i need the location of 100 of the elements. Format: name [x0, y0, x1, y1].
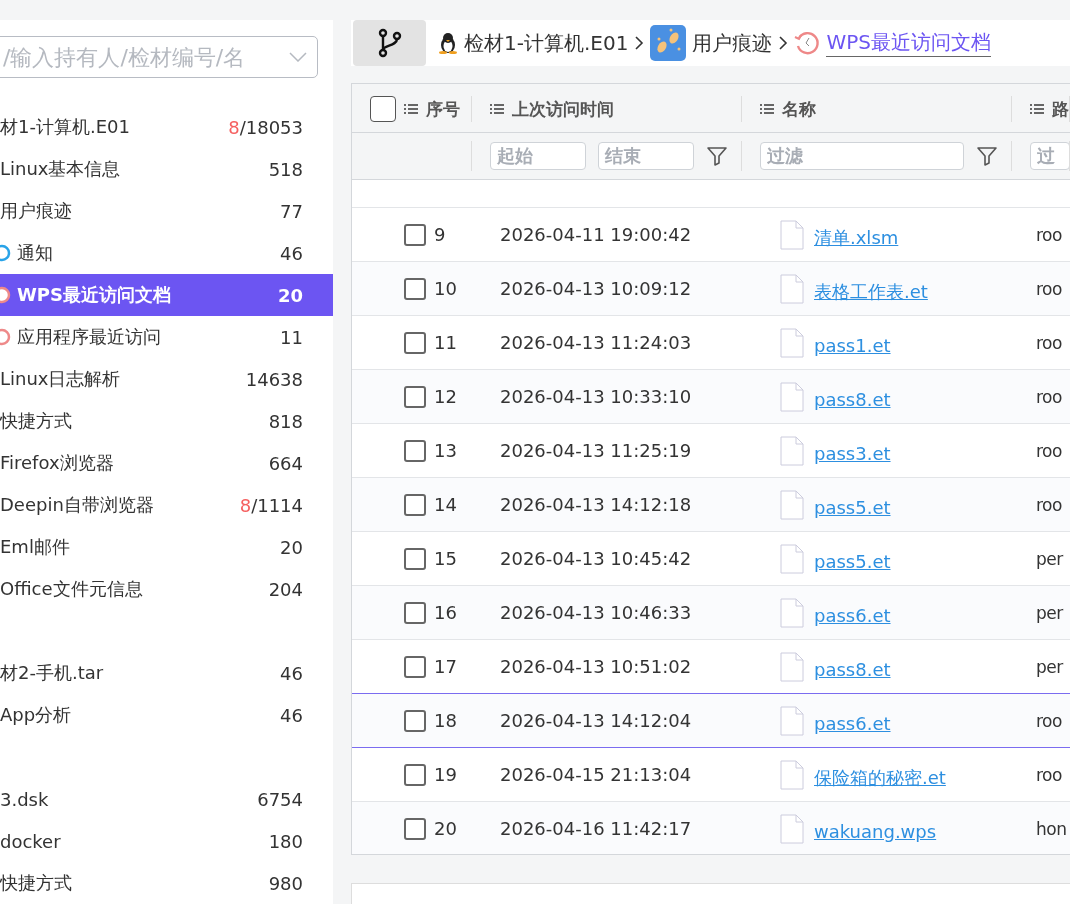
time-cell-text: 2026-04-13 14:12:18: [499, 494, 693, 515]
file-link[interactable]: pass8.et: [814, 659, 891, 680]
tree-item[interactable]: Linux基本信息 518: [0, 148, 333, 190]
select-all-checkbox[interactable]: [370, 96, 396, 122]
row-number: 19: [434, 764, 457, 785]
time-cell-text: 2026-04-16 11:42:17: [499, 818, 693, 839]
time-cell-text: 2026-04-13 11:24:03: [499, 332, 693, 353]
row-checkbox[interactable]: [404, 493, 426, 516]
chevron-right-icon: [634, 36, 645, 50]
row-number: 12: [434, 386, 457, 407]
list-icon: [1030, 103, 1044, 115]
breadcrumb-link[interactable]: WPS最近访问文档: [826, 29, 991, 57]
time-cell-text: 2026-04-13 10:33:10: [499, 386, 693, 407]
row-number: 18: [434, 710, 457, 731]
tree-item[interactable]: Firefox浏览器 664: [0, 442, 333, 484]
tree-item[interactable]: 3.dsk 6754: [0, 778, 333, 820]
table-row[interactable]: 16 2026-04-13 10:46:33 pass6.et per: [352, 586, 1070, 640]
time-cell-text: 2026-04-13 10:45:42: [499, 548, 693, 569]
row-number: 13: [434, 440, 457, 461]
tree-item[interactable]: 通知 46: [0, 232, 333, 274]
file-icon: [780, 327, 804, 358]
file-icon: [780, 489, 804, 520]
file-icon: [780, 273, 804, 304]
path-cell-text: roo: [1035, 764, 1062, 785]
column-header[interactable]: 序号: [426, 97, 460, 121]
path-cell-text: per: [1035, 602, 1063, 623]
row-checkbox[interactable]: [404, 547, 426, 570]
path-cell-text: roo: [1035, 224, 1062, 245]
file-icon: [780, 543, 804, 574]
row-checkbox[interactable]: [404, 601, 426, 624]
row-number: 16: [434, 602, 457, 623]
filter-icon[interactable]: [706, 145, 728, 167]
row-checkbox[interactable]: [404, 655, 426, 678]
row-number: 17: [434, 656, 457, 677]
file-link[interactable]: pass3.et: [814, 443, 891, 464]
tree-item[interactable]: WPS最近访问文档 20: [0, 274, 333, 316]
path-cell-text: hon: [1035, 818, 1067, 839]
branch-button[interactable]: [353, 20, 426, 66]
penguin-icon: [438, 32, 458, 54]
tree-item[interactable]: 材1-计算机.E01 8/18053: [0, 106, 333, 148]
tree-item[interactable]: 快捷方式 818: [0, 400, 333, 442]
row-number: 14: [434, 494, 457, 515]
time-cell-text: 2026-04-15 21:13:04: [499, 764, 693, 785]
branch-icon: [376, 28, 403, 58]
time-cell-text: 2026-04-11 19:00:42: [499, 224, 693, 245]
time-cell-text: 2026-04-13 10:09:12: [499, 278, 693, 299]
path-cell-text: roo: [1035, 710, 1062, 731]
tree-item[interactable]: Eml邮件 20: [0, 526, 333, 568]
row-checkbox[interactable]: [404, 439, 426, 462]
file-link[interactable]: pass5.et: [814, 551, 891, 572]
table-row[interactable]: 20 2026-04-16 11:42:17 wakuang.wps hon: [352, 802, 1070, 854]
row-checkbox[interactable]: [404, 817, 426, 840]
row-checkbox[interactable]: [404, 277, 426, 300]
tree-item[interactable]: App分析 46: [0, 694, 333, 736]
tree-item[interactable]: 应用程序最近访问 11: [0, 316, 333, 358]
tree-item[interactable]: Linux日志解析 14638: [0, 358, 333, 400]
file-icon: [780, 435, 804, 466]
table-row[interactable]: 10 2026-04-13 10:09:12 表格工作表.et roo: [352, 262, 1070, 316]
tree-item[interactable]: 材2-手机.tar 46: [0, 652, 333, 694]
file-link[interactable]: 清单.xlsm: [814, 225, 899, 250]
row-number: 15: [434, 548, 457, 569]
file-icon: [780, 705, 804, 736]
breadcrumb-link[interactable]: 检材1-计算机.E01: [464, 29, 629, 57]
time-cell-text: 2026-04-13 10:46:33: [499, 602, 693, 623]
breadcrumb-link[interactable]: 用户痕迹: [692, 29, 773, 57]
chevron-right-icon: [778, 36, 789, 50]
row-checkbox[interactable]: [404, 331, 426, 354]
time-cell-text: 2026-04-13 14:12:04: [499, 710, 693, 731]
tree-item[interactable]: 用户痕迹 77: [0, 190, 333, 232]
row-number: 10: [434, 278, 457, 299]
row-checkbox[interactable]: [404, 223, 426, 246]
footprints-icon: [650, 25, 687, 61]
table-row[interactable]: 18 2026-04-13 14:12:04 pass6.et roo: [352, 693, 1070, 748]
file-icon: [780, 219, 804, 250]
table-row[interactable]: 14 2026-04-13 14:12:18 pass5.et roo: [352, 478, 1070, 532]
filter-icon[interactable]: [976, 145, 998, 167]
table-row[interactable]: 12 2026-04-13 10:33:10 pass8.et roo: [352, 370, 1070, 424]
row-checkbox[interactable]: [404, 763, 426, 786]
tree-item[interactable]: Deepin自带浏览器 8/1114: [0, 484, 333, 526]
search-field[interactable]: /输入持有人/检材编号/名: [0, 36, 318, 78]
tree-item[interactable]: docker 180: [0, 820, 333, 862]
time-cell-text: 2026-04-13 11:25:19: [499, 440, 693, 461]
tree-item[interactable]: Office文件元信息 204: [0, 568, 333, 610]
file-icon: [780, 759, 804, 790]
path-cell-text: roo: [1035, 332, 1062, 353]
file-link[interactable]: 保险箱的秘密.et: [814, 765, 946, 790]
time-cell-text: 2026-04-13 10:51:02: [499, 656, 693, 677]
column-header[interactable]: 名称: [782, 97, 816, 121]
list-icon: [404, 103, 418, 115]
row-number: 9: [434, 224, 446, 245]
column-header[interactable]: 上次访问时间: [512, 97, 614, 121]
path-cell-text: per: [1035, 656, 1063, 677]
row-checkbox[interactable]: [404, 385, 426, 408]
file-icon: [780, 813, 804, 844]
tree-item[interactable]: 快捷方式 980: [0, 862, 333, 904]
column-header[interactable]: 路: [1052, 97, 1069, 121]
row-checkbox[interactable]: [404, 709, 426, 732]
chevron-down-icon: [289, 52, 307, 62]
path-cell-text: roo: [1035, 494, 1062, 515]
path-cell-text: roo: [1035, 386, 1062, 407]
